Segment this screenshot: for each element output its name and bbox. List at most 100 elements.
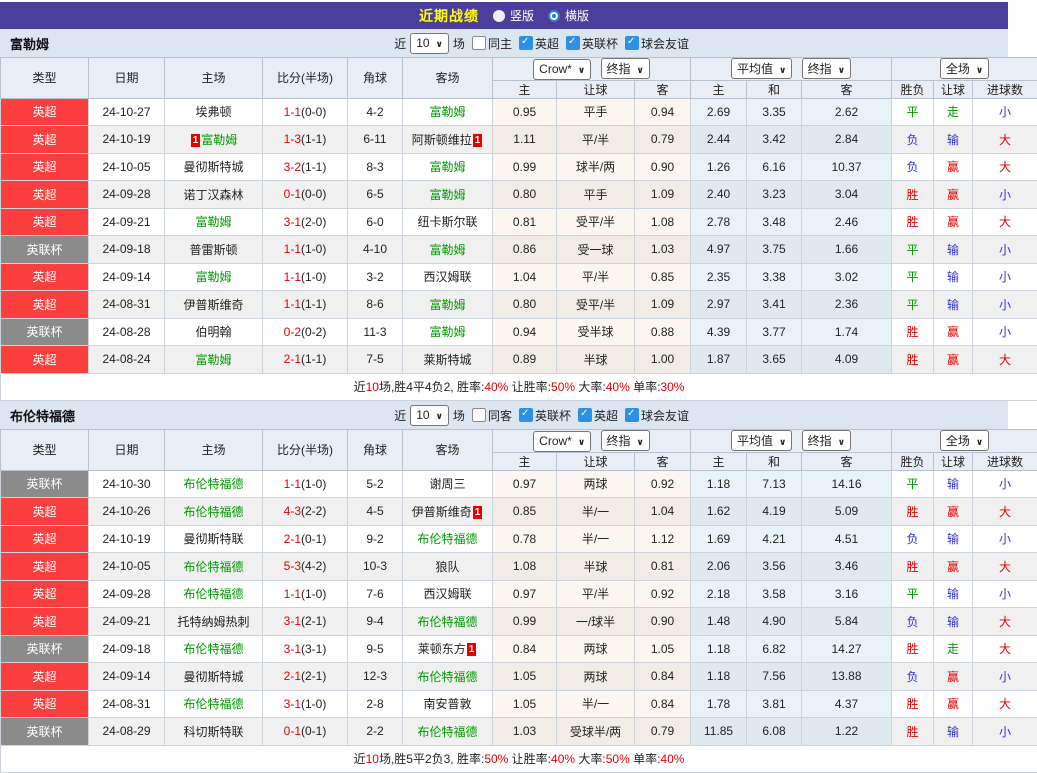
home-team[interactable]: 布伦特福德	[183, 505, 243, 519]
home-team[interactable]: 富勒姆	[195, 270, 231, 284]
league-type-badge[interactable]: 英超	[1, 346, 89, 374]
away-team[interactable]: 阿斯顿维拉	[412, 133, 472, 147]
league-type-badge[interactable]: 英联杯	[1, 635, 89, 663]
home-team[interactable]: 富勒姆	[195, 215, 231, 229]
filter-checkbox-英超[interactable]	[578, 408, 592, 422]
filter-checkbox-球会友谊[interactable]	[625, 36, 639, 50]
league-type-badge[interactable]: 英超	[1, 153, 89, 181]
recent-count-select[interactable]: 10	[410, 33, 449, 54]
home-team[interactable]: 富勒姆	[201, 133, 237, 147]
odds-final-select[interactable]: 终指	[601, 430, 650, 451]
filter-checkbox-英超[interactable]	[519, 36, 533, 50]
away-team[interactable]: 莱斯特城	[423, 353, 471, 367]
home-team-cell: 布伦特福德	[165, 580, 263, 608]
odds-final-select[interactable]: 终指	[601, 58, 650, 79]
league-type-badge[interactable]: 英超	[1, 553, 89, 581]
avg-draw: 3.48	[747, 208, 802, 236]
home-team[interactable]: 伊普斯维奇	[183, 298, 243, 312]
away-team[interactable]: 西汉姆联	[423, 270, 471, 284]
league-type-badge[interactable]: 英超	[1, 580, 89, 608]
away-team[interactable]: 西汉姆联	[423, 587, 471, 601]
league-type-badge[interactable]: 英联杯	[1, 318, 89, 346]
league-type-badge[interactable]: 英超	[1, 291, 89, 319]
filter-label: 球会友谊	[641, 407, 689, 424]
league-type-badge[interactable]: 英联杯	[1, 718, 89, 746]
away-team[interactable]: 谢周三	[429, 477, 465, 491]
home-team[interactable]: 伯明翰	[195, 325, 231, 339]
league-type-badge[interactable]: 英超	[1, 498, 89, 526]
away-team[interactable]: 布伦特福德	[417, 532, 477, 546]
home-team[interactable]: 富勒姆	[195, 353, 231, 367]
avg-final-select[interactable]: 终指	[802, 430, 851, 451]
odds-source-select[interactable]: Crow*	[533, 59, 591, 80]
match-row: 英联杯24-09-18普雷斯顿1-1(1-0)4-10富勒姆0.86受一球1.0…	[1, 236, 1037, 264]
home-team[interactable]: 普雷斯顿	[189, 243, 237, 257]
league-type-badge[interactable]: 英超	[1, 98, 89, 126]
score-cell: 0-1(0-1)	[263, 718, 348, 746]
league-type-badge[interactable]: 英超	[1, 525, 89, 553]
odds-away: 1.12	[635, 525, 691, 553]
away-team[interactable]: 布伦特福德	[417, 670, 477, 684]
home-team[interactable]: 曼彻斯特城	[183, 670, 243, 684]
filter-checkbox-同主[interactable]	[472, 36, 486, 50]
full-time-score: 3-1	[284, 642, 301, 656]
match-date: 24-10-26	[89, 498, 165, 526]
filter-checkbox-球会友谊[interactable]	[625, 408, 639, 422]
odds-source-select[interactable]: Crow*	[533, 431, 591, 452]
away-team[interactable]: 南安普敦	[423, 697, 471, 711]
away-team[interactable]: 富勒姆	[429, 188, 465, 202]
avg-final-select[interactable]: 终指	[802, 58, 851, 79]
league-type-badge[interactable]: 英联杯	[1, 470, 89, 498]
league-type-badge[interactable]: 英超	[1, 126, 89, 154]
home-team[interactable]: 布伦特福德	[183, 587, 243, 601]
home-team[interactable]: 埃弗顿	[195, 105, 231, 119]
odds-home: 1.04	[493, 263, 557, 291]
league-type-badge[interactable]: 英超	[1, 608, 89, 636]
avg-select[interactable]: 平均值	[731, 58, 792, 79]
league-type-badge[interactable]: 英超	[1, 690, 89, 718]
away-team[interactable]: 富勒姆	[429, 105, 465, 119]
home-team[interactable]: 曼彻斯特联	[183, 532, 243, 546]
league-type-badge[interactable]: 英超	[1, 263, 89, 291]
away-team[interactable]: 纽卡斯尔联	[417, 215, 477, 229]
scope-select[interactable]: 全场	[940, 430, 989, 451]
away-team[interactable]: 富勒姆	[429, 298, 465, 312]
radio-icon-horizontal[interactable]	[548, 10, 560, 22]
radio-icon-vertical[interactable]	[493, 10, 505, 22]
league-type-badge[interactable]: 英超	[1, 208, 89, 236]
avg-select[interactable]: 平均值	[731, 430, 792, 451]
recent-count-select[interactable]: 10	[410, 405, 449, 426]
match-date: 24-08-28	[89, 318, 165, 346]
away-team[interactable]: 莱顿东方	[418, 642, 466, 656]
home-team[interactable]: 布伦特福德	[183, 697, 243, 711]
league-type-badge[interactable]: 英联杯	[1, 236, 89, 264]
away-team[interactable]: 狼队	[435, 560, 459, 574]
chevron-down-icon	[838, 62, 845, 76]
chevron-down-icon	[779, 62, 786, 76]
away-team[interactable]: 伊普斯维奇	[412, 505, 472, 519]
away-team[interactable]: 富勒姆	[429, 243, 465, 257]
scope-select[interactable]: 全场	[940, 58, 989, 79]
away-team[interactable]: 富勒姆	[429, 325, 465, 339]
view-option-vertical[interactable]: 竖版	[493, 7, 534, 24]
home-team[interactable]: 诺丁汉森林	[183, 188, 243, 202]
filter-checkbox-英联杯[interactable]	[566, 36, 580, 50]
avg-home: 2.06	[691, 553, 747, 581]
home-team[interactable]: 托特纳姆热刺	[177, 615, 249, 629]
away-team[interactable]: 富勒姆	[429, 160, 465, 174]
filter-checkbox-英联杯[interactable]	[519, 408, 533, 422]
summary-text: 单率:	[630, 380, 661, 394]
filter-checkbox-同客[interactable]	[472, 408, 486, 422]
filter-controls: 近10场同主英超英联杯球会友谊	[393, 33, 690, 54]
result-handicap: 赢	[934, 208, 973, 236]
home-team[interactable]: 布伦特福德	[183, 642, 243, 656]
home-team[interactable]: 布伦特福德	[183, 477, 243, 491]
result-outcome: 负	[892, 126, 934, 154]
corners: 8-3	[348, 153, 403, 181]
away-team[interactable]: 布伦特福德	[417, 615, 477, 629]
home-team[interactable]: 曼彻斯特城	[183, 160, 243, 174]
league-type-badge[interactable]: 英超	[1, 181, 89, 209]
home-team[interactable]: 布伦特福德	[183, 560, 243, 574]
view-option-horizontal[interactable]: 横版	[548, 7, 589, 24]
league-type-badge[interactable]: 英超	[1, 663, 89, 691]
